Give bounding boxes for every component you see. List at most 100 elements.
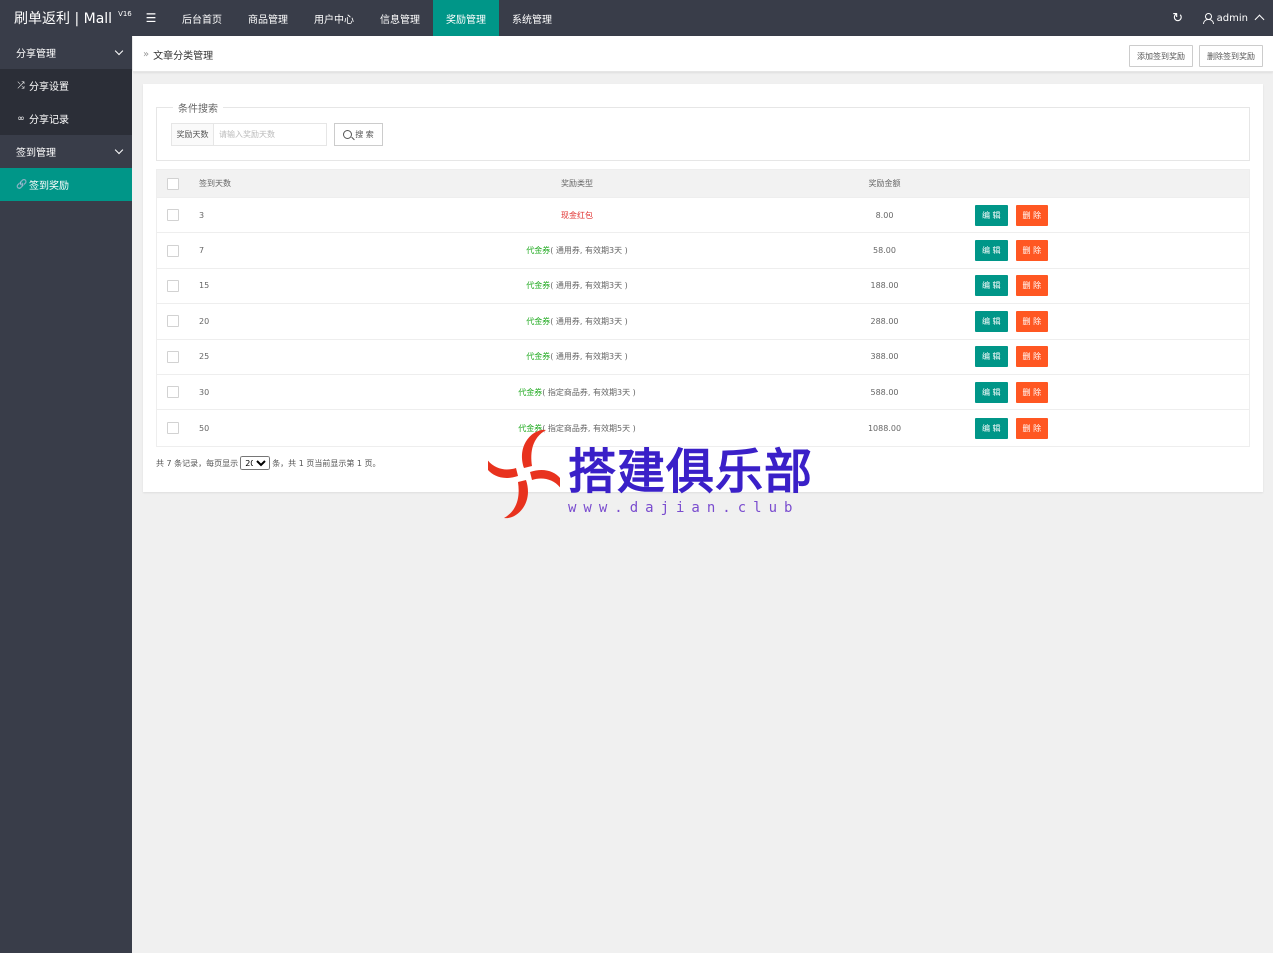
cell-actions: 编 辑删 除 (975, 233, 1049, 267)
app-logo[interactable]: 刷单返利 | Mall V16 (0, 0, 132, 36)
table-row: 7 代金券 ( 通用券, 有效期3天 ) 58.00 编 辑删 除 (157, 233, 1249, 269)
delete-button[interactable]: 删 除 (1015, 417, 1049, 439)
cell-amount: 8.00 (875, 210, 894, 220)
reward-type-main: 代金券 (526, 246, 551, 256)
row-check-cell (167, 233, 181, 267)
row-checkbox[interactable] (167, 422, 179, 435)
edit-button[interactable]: 编 辑 (975, 240, 1008, 262)
cell-type: 代金券 ( 通用券, 有效期3天 ) (417, 269, 737, 303)
link-icon: 🔗 (16, 179, 28, 190)
header-type: 奖励类型 (561, 179, 593, 188)
top-header: 刷单返利 | Mall V16 ☰ 后台首页 商品管理 用户中心 信息管理 奖励… (0, 0, 1273, 36)
delete-reward-button[interactable]: 删除签到奖励 (1199, 45, 1263, 67)
cell-days: 7 (199, 246, 205, 256)
search-button-label: 搜 索 (355, 130, 374, 139)
days-input[interactable] (214, 124, 326, 145)
delete-button[interactable]: 删 除 (1015, 275, 1049, 297)
header-days: 签到天数 (199, 179, 231, 188)
row-checkbox[interactable] (167, 386, 179, 399)
nav-system[interactable]: 系统管理 (499, 0, 565, 36)
nav-rewards[interactable]: 奖励管理 (433, 0, 499, 36)
reward-type-main: 现金红包 (561, 210, 593, 220)
cell-amount: 288.00 (870, 316, 899, 326)
user-name: admin (1216, 12, 1248, 24)
edit-button[interactable]: 编 辑 (975, 310, 1008, 332)
cell-type: 代金券 ( 指定商品券, 有效期3天 ) (417, 375, 737, 409)
page-title: 文章分类管理 (153, 50, 214, 62)
cell-actions: 编 辑删 除 (975, 340, 1049, 374)
watermark-logo-icon (483, 429, 565, 519)
row-checkbox[interactable] (167, 350, 179, 363)
rewards-table: 签到天数 奖励类型 奖励金额 3 现金红包 8.00 编 辑删 除 7 代金券 ( 通用券… (156, 169, 1250, 447)
reward-type-detail: ( 通用券, 有效期3天 ) (550, 316, 628, 326)
edit-button[interactable]: 编 辑 (975, 275, 1008, 297)
reward-type-main: 代金券 (518, 387, 543, 397)
reward-type-detail: ( 指定商品券, 有效期3天 ) (542, 387, 636, 397)
user-icon (1202, 13, 1214, 24)
delete-button[interactable]: 删 除 (1015, 310, 1049, 332)
row-check-cell (167, 304, 181, 338)
edit-button[interactable]: 编 辑 (975, 381, 1008, 403)
chevron-down-icon (114, 46, 124, 56)
nav-info[interactable]: 信息管理 (367, 0, 433, 36)
edit-button[interactable]: 编 辑 (975, 346, 1008, 368)
delete-button[interactable]: 删 除 (1015, 381, 1049, 403)
cell-type: 代金券 ( 通用券, 有效期3天 ) (417, 233, 737, 267)
select-all-checkbox[interactable] (167, 177, 179, 190)
row-check-cell (167, 375, 181, 409)
cell-amount: 588.00 (870, 387, 899, 397)
toolbar: 添加签到奖励 删除签到奖励 (1129, 45, 1263, 67)
breadcrumb: » 文章分类管理 (143, 36, 213, 72)
pager: 共 7 条记录，每页显示 20 条，共 1 页当前显示第 1 页。 (156, 456, 381, 470)
watermark: 搭建俱乐部 www.dajian.club (483, 424, 812, 524)
sidebar-group-sign[interactable]: 签到管理 (0, 135, 132, 168)
search-row: 奖励天数 搜 索 (171, 123, 383, 146)
row-checkbox[interactable] (167, 209, 179, 222)
table-row: 15 代金券 ( 通用券, 有效期3天 ) 188.00 编 辑删 除 (157, 269, 1249, 305)
reward-type-detail: ( 通用券, 有效期3天 ) (550, 352, 628, 362)
sidebar-item-share-records[interactable]: ∞ 分享记录 (0, 102, 132, 135)
reward-type-main: 代金券 (526, 352, 551, 362)
logo-version: V16 (118, 10, 132, 18)
sidebar-item-sign-rewards[interactable]: 🔗 签到奖励 (0, 168, 132, 201)
chevron-down-icon (114, 145, 124, 155)
table-row: 30 代金券 ( 指定商品券, 有效期3天 ) 588.00 编 辑删 除 (157, 375, 1249, 411)
edit-button[interactable]: 编 辑 (975, 417, 1008, 439)
row-checkbox[interactable] (167, 244, 179, 257)
cell-actions: 编 辑删 除 (975, 410, 1049, 445)
row-check-cell (167, 410, 181, 445)
cell-amount: 58.00 (873, 246, 896, 256)
cell-type: 代金券 ( 通用券, 有效期3天 ) (417, 340, 737, 374)
page-size-select[interactable]: 20 (240, 456, 271, 470)
cell-type: 代金券 ( 通用券, 有效期3天 ) (417, 304, 737, 338)
delete-button[interactable]: 删 除 (1015, 204, 1049, 226)
search-button[interactable]: 搜 索 (334, 123, 383, 146)
row-check-cell (167, 340, 181, 374)
delete-button[interactable]: 删 除 (1015, 240, 1049, 262)
sidebar-item-label: 分享设置 (29, 82, 69, 93)
nav-home[interactable]: 后台首页 (169, 0, 235, 36)
sidebar-group-label: 签到管理 (16, 148, 56, 159)
header-amount: 奖励金额 (868, 179, 901, 188)
cell-days: 50 (199, 423, 210, 433)
row-checkbox[interactable] (167, 279, 179, 292)
cell-days: 30 (199, 387, 210, 397)
row-checkbox[interactable] (167, 315, 179, 328)
menu-icon[interactable]: ☰ (133, 0, 169, 36)
search-legend: 条件搜索 (173, 100, 223, 115)
sidebar-group-share[interactable]: 分享管理 (0, 36, 132, 69)
row-check-cell (167, 198, 181, 232)
cell-amount: 388.00 (870, 352, 899, 362)
sidebar-group-label: 分享管理 (16, 49, 56, 60)
add-reward-button[interactable]: 添加签到奖励 (1129, 45, 1193, 67)
sidebar-item-share-settings[interactable]: ⤮ 分享设置 (0, 69, 132, 102)
nav-products[interactable]: 商品管理 (235, 0, 301, 36)
nav-users[interactable]: 用户中心 (301, 0, 367, 36)
refresh-icon[interactable]: ↻ (1163, 11, 1193, 26)
delete-button[interactable]: 删 除 (1015, 346, 1049, 368)
watermark-text: 搭建俱乐部 (568, 444, 814, 500)
user-menu[interactable]: admin (1193, 12, 1273, 25)
edit-button[interactable]: 编 辑 (975, 204, 1008, 226)
table-row: 25 代金券 ( 通用券, 有效期3天 ) 388.00 编 辑删 除 (157, 340, 1249, 375)
sidebar-item-label: 签到奖励 (29, 181, 69, 192)
